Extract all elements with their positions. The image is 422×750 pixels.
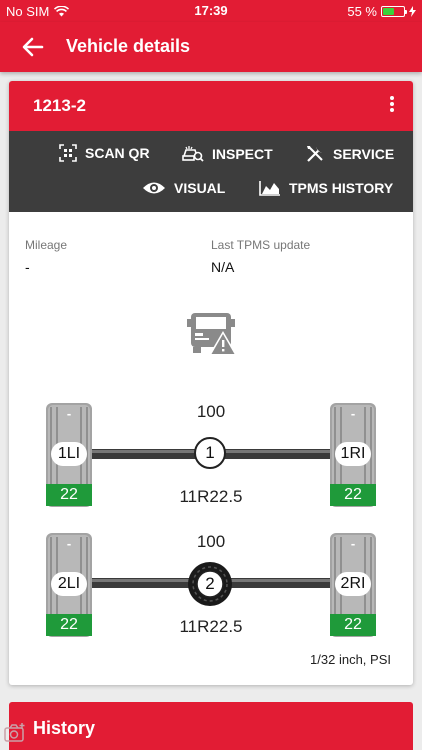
back-arrow-icon[interactable] xyxy=(20,34,46,60)
wheel-2LI[interactable]: - 2LI 22 xyxy=(43,531,95,639)
wheel-2RI-position: 2RI xyxy=(335,572,371,596)
status-bar: No SIM 17:39 55 % xyxy=(0,0,422,22)
card-header: 1213-2 xyxy=(9,81,413,131)
page-title: Vehicle details xyxy=(66,36,191,56)
truck-warning-icon xyxy=(187,313,237,355)
tpms-update-value: N/A xyxy=(211,259,235,275)
axle-2-tire-size: 11R22.5 xyxy=(179,617,243,636)
axle-1-top-value: 100 xyxy=(196,402,226,421)
mileage-label: Mileage xyxy=(25,238,68,252)
app-bar: Vehicle details xyxy=(0,22,422,72)
inspect-button[interactable]: INSPECT xyxy=(182,144,273,164)
eye-icon xyxy=(143,182,165,194)
axle-2-number: 2 xyxy=(205,574,215,593)
battery-icon xyxy=(381,6,407,17)
more-options-icon[interactable] xyxy=(387,96,397,116)
wheel-2RI-pressure: 22 xyxy=(330,614,376,636)
tools-icon xyxy=(307,146,323,162)
units-note: 1/32 inch, PSI xyxy=(310,652,391,667)
service-label: SERVICE xyxy=(333,146,395,162)
axle-1-tire-size: 11R22.5 xyxy=(179,487,243,506)
battery-group: 55 % xyxy=(347,4,416,19)
history-card[interactable]: History xyxy=(9,702,413,750)
visual-label: VISUAL xyxy=(174,180,226,196)
wheel-1LI[interactable]: - 1LI 22 xyxy=(43,401,95,509)
scan-qr-button[interactable]: SCAN QR xyxy=(59,144,150,162)
wheel-1LI-position: 1LI xyxy=(51,442,87,466)
wheel-2RI-tread: - xyxy=(350,536,356,551)
wheel-2RI[interactable]: - 2RI 22 xyxy=(327,531,379,639)
wheel-1RI[interactable]: - 1RI 22 xyxy=(327,401,379,509)
inspect-icon xyxy=(182,146,204,162)
axle-1-number: 1 xyxy=(194,437,226,469)
inspect-label: INSPECT xyxy=(212,146,273,162)
wheel-1LI-pressure: 22 xyxy=(46,484,92,506)
wheel-1RI-tread: - xyxy=(350,406,356,421)
scan-qr-label: SCAN QR xyxy=(85,145,150,161)
tpms-history-label: TPMS HISTORY xyxy=(289,180,394,196)
mileage-value: - xyxy=(25,259,30,275)
camera-add-icon[interactable] xyxy=(4,722,26,744)
history-title: History xyxy=(33,718,96,738)
vehicle-card: 1213-2 SCAN QR INSPECT SERVICE VISUAL TP… xyxy=(9,81,413,685)
visual-button[interactable]: VISUAL xyxy=(142,180,225,196)
wheel-2LI-tread: - xyxy=(66,536,72,551)
wheel-1LI-tread: - xyxy=(66,406,72,421)
service-button[interactable]: SERVICE xyxy=(305,144,394,164)
wheel-2LI-pressure: 22 xyxy=(46,614,92,636)
charging-bolt-icon xyxy=(409,6,416,17)
axle-2-top-value: 100 xyxy=(196,532,226,551)
battery-percent: 55 % xyxy=(347,4,377,19)
qr-scan-icon xyxy=(59,144,77,162)
wheel-2LI-position: 2LI xyxy=(51,572,87,596)
vehicle-id: 1213-2 xyxy=(33,96,86,115)
wheel-1RI-position: 1RI xyxy=(335,442,371,466)
action-bar: SCAN QR INSPECT SERVICE VISUAL TPMS HIST… xyxy=(9,131,413,212)
tpms-update-label: Last TPMS update xyxy=(211,238,311,252)
wheel-1RI-pressure: 22 xyxy=(330,484,376,506)
tpms-history-button[interactable]: TPMS HISTORY xyxy=(259,180,393,196)
chart-icon xyxy=(259,181,280,196)
